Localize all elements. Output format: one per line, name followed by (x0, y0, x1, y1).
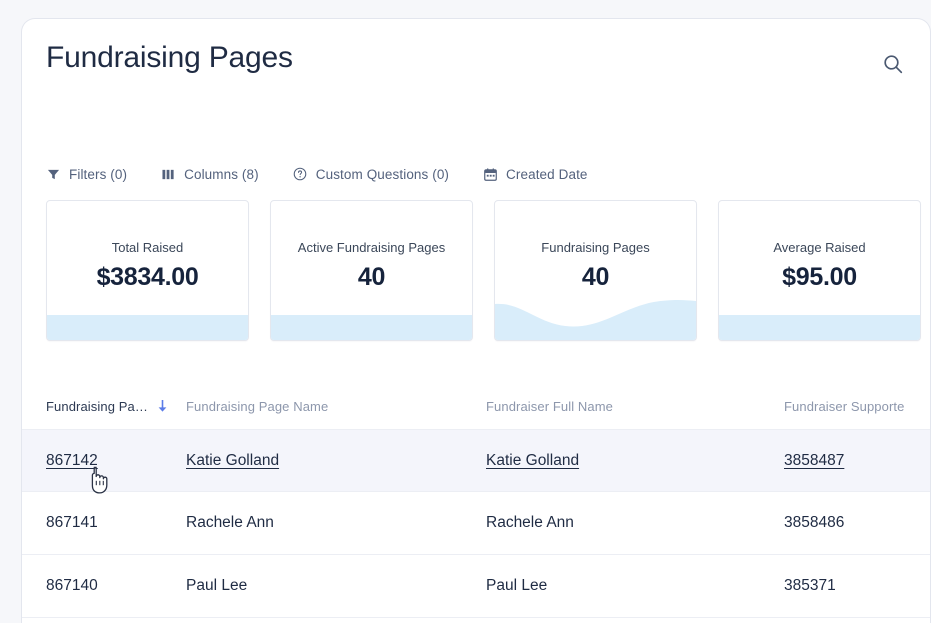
table-row[interactable]: 867142 Katie Golland Katie Golland 38584… (22, 429, 930, 492)
column-header-label: Fundraising Pa… (46, 398, 148, 414)
stat-card-average-raised: Average Raised $95.00 (718, 200, 921, 341)
cell-fundraising-page-id[interactable]: 867140 (46, 577, 186, 595)
stat-card-total-raised: Total Raised $3834.00 (46, 200, 249, 341)
cell-fundraiser-full-name[interactable]: Katie Golland (486, 452, 784, 470)
stat-card-sparkline (47, 315, 248, 340)
column-header-fundraiser-supporter-id[interactable]: Fundraiser Supporte… (784, 399, 906, 414)
stat-card-content: Fundraising Pages 40 (495, 239, 696, 292)
column-header-fundraising-page-id[interactable]: Fundraising Pa… (46, 399, 186, 414)
created-date-button[interactable]: Created Date (483, 167, 588, 182)
fundraising-pages-panel: Fundraising Pages Filters (0) Columns (8… (21, 18, 931, 623)
cell-fundraising-page-id[interactable]: 867142 (46, 452, 186, 470)
summary-cards: Total Raised $3834.00 Active Fundraising… (46, 200, 921, 341)
calendar-icon (483, 167, 498, 182)
columns-label: Columns (8) (184, 166, 259, 182)
stat-card-label: Active Fundraising Pages (297, 240, 446, 255)
stat-card-value: 40 (581, 263, 610, 291)
fundraising-pages-table: Fundraising Pa… Fundraising Page Name Fu… (22, 383, 930, 618)
sort-descending-icon[interactable] (157, 399, 168, 413)
custom-questions-button[interactable]: Custom Questions (0) (293, 167, 449, 182)
stat-card-sparkline (495, 292, 696, 340)
column-header-fundraising-page-name[interactable]: Fundraising Page Name (186, 399, 486, 414)
stat-card-active-fundraising-pages: Active Fundraising Pages 40 (270, 200, 473, 341)
page-title: Fundraising Pages (46, 41, 293, 74)
stat-card-label: Fundraising Pages (541, 240, 650, 255)
custom-questions-label: Custom Questions (0) (315, 166, 450, 182)
app-root: Fundraising Pages Filters (0) Columns (8… (0, 0, 931, 623)
cell-fundraising-page-id[interactable]: 867141 (46, 514, 186, 532)
cell-fundraiser-full-name[interactable]: Paul Lee (486, 577, 784, 595)
cell-fundraiser-full-name[interactable]: Rachele Ann (486, 514, 784, 532)
search-icon[interactable] (876, 47, 910, 81)
stat-card-label: Average Raised (773, 240, 866, 255)
stat-card-value: $95.00 (782, 263, 857, 291)
page-header: Fundraising Pages (22, 19, 930, 127)
stat-card-content: Average Raised $95.00 (719, 239, 920, 292)
stat-card-fundraising-pages: Fundraising Pages 40 (494, 200, 697, 341)
stat-card-value: $3834.00 (96, 263, 199, 291)
cell-fundraiser-supporter-id[interactable]: 385371 (784, 577, 906, 595)
table-header-row: Fundraising Pa… Fundraising Page Name Fu… (22, 383, 930, 429)
stat-card-value: 40 (357, 263, 386, 291)
table-toolbar: Filters (0) Columns (8) Custom Questions… (46, 161, 588, 187)
stat-card-sparkline (271, 315, 472, 340)
cell-fundraiser-supporter-id[interactable]: 3858486 (784, 514, 906, 532)
column-header-label: Fundraiser Supporte… (784, 398, 906, 414)
stat-card-content: Active Fundraising Pages 40 (271, 239, 472, 292)
columns-icon (161, 167, 176, 182)
table-row[interactable]: 867140 Paul Lee Paul Lee 385371 (22, 555, 930, 618)
created-date-label: Created Date (506, 166, 588, 182)
filters-button[interactable]: Filters (0) (46, 167, 127, 182)
stat-card-label: Total Raised (111, 240, 184, 255)
stat-card-sparkline (719, 315, 920, 340)
columns-button[interactable]: Columns (8) (161, 167, 259, 182)
filter-funnel-icon (46, 167, 61, 182)
cell-fundraiser-supporter-id[interactable]: 3858487 (784, 452, 906, 470)
column-header-fundraiser-full-name[interactable]: Fundraiser Full Name (486, 399, 784, 414)
cell-fundraising-page-name[interactable]: Katie Golland (186, 452, 486, 470)
filters-label: Filters (0) (69, 166, 128, 182)
cell-fundraising-page-name[interactable]: Rachele Ann (186, 514, 486, 532)
column-header-label: Fundraising Page Name (186, 398, 329, 414)
table-row[interactable]: 867141 Rachele Ann Rachele Ann 3858486 (22, 492, 930, 555)
stat-card-content: Total Raised $3834.00 (47, 239, 248, 292)
column-header-label: Fundraiser Full Name (486, 398, 613, 414)
cell-fundraising-page-name[interactable]: Paul Lee (186, 577, 486, 595)
question-circle-icon (293, 167, 308, 182)
